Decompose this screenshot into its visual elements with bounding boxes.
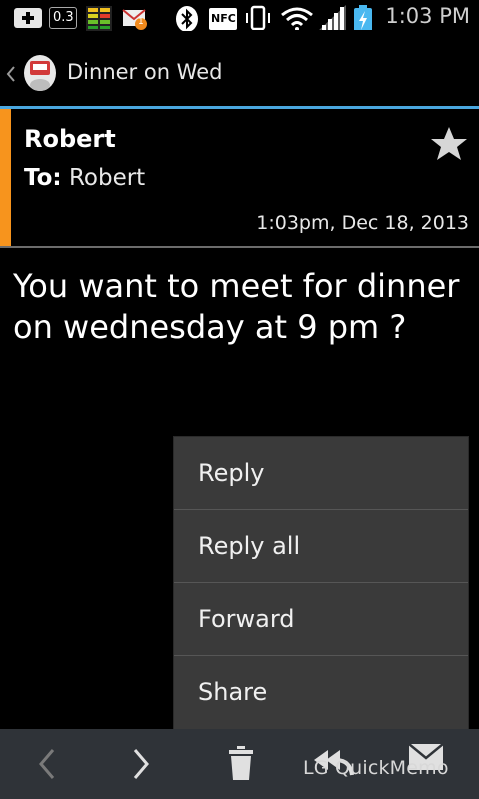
email-notification-icon [122,9,147,30]
menu-item-share[interactable]: Share [174,655,468,727]
clock: 1:03 PM [385,4,470,28]
context-menu: Reply Reply all Forward Share [174,437,468,729]
data-speed-value: 0.3 [53,10,74,25]
message-body: You want to meet for dinner on wednesday… [13,267,460,346]
signal-strength-icon [319,5,346,30]
wifi-icon [281,7,313,30]
add-notification-icon [14,8,42,28]
page-title: Dinner on Wed [67,60,223,84]
bluetooth-icon [176,6,198,31]
message-timestamp: 1:03pm, Dec 18, 2013 [256,212,469,234]
vibrate-icon [246,5,270,30]
menu-item-reply[interactable]: Reply [174,437,468,509]
header-divider [0,246,479,248]
trash-icon[interactable] [228,745,254,781]
email-app-icon [24,55,56,91]
battery-charging-icon [354,5,372,30]
notification-badge: 1 [138,17,144,27]
quickmemo-overlay-text: LG QuickMemo [303,757,449,779]
header-accent-bar [0,109,11,246]
next-message-icon[interactable] [130,747,152,781]
recipient-line: To: Robert [24,165,145,191]
up-navigation[interactable] [0,37,64,107]
star-icon[interactable] [430,126,468,162]
recipient-name: Robert [68,165,146,191]
to-label: To: [24,165,62,191]
sender-name: Robert [24,125,116,153]
message-header: Robert To: Robert 1:03pm, Dec 18, 2013 [0,109,479,246]
equalizer-icon [86,6,112,31]
nfc-icon: NFC [209,8,237,30]
previous-message-icon[interactable] [36,747,58,781]
menu-item-forward[interactable]: Forward [174,582,468,654]
status-bar: 0.3 1 NFC 1:03 PM [0,0,479,37]
menu-item-reply-all[interactable]: Reply all [174,509,468,581]
chevron-left-icon [6,66,15,82]
data-speed-icon: 0.3 [49,7,77,29]
